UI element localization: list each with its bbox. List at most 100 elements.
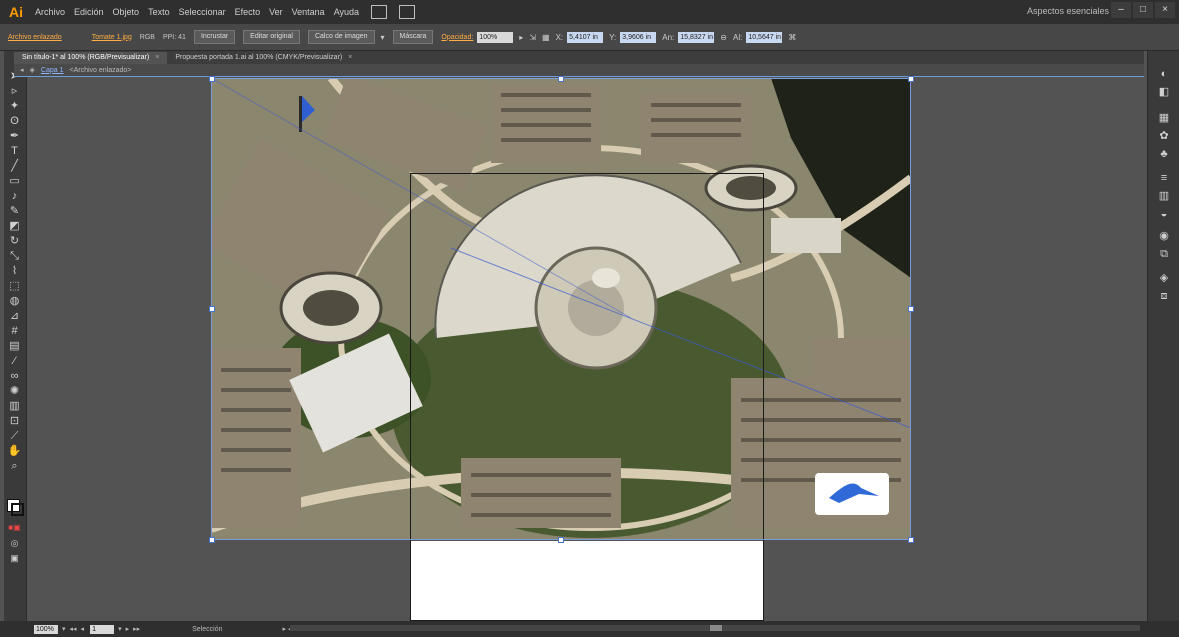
lasso-icon[interactable]: ʘ (7, 114, 22, 128)
hand-icon[interactable]: ✋ (7, 444, 22, 458)
symbols-icon[interactable]: ♣ (1157, 147, 1171, 161)
scale-icon[interactable]: ⤡ (7, 249, 22, 263)
filename-link[interactable]: Tomate 1.jpg (92, 34, 132, 41)
previous-artboard-icon[interactable]: ◂ (81, 625, 85, 633)
rectangle-icon[interactable]: ▭ (7, 174, 22, 188)
link-proportions-icon[interactable]: ⊖ (720, 33, 727, 42)
swatches-icon[interactable]: ▦ (1157, 111, 1171, 125)
tab-document-1[interactable]: Sin título-1* al 100% (RGB/Previsualizar… (14, 52, 168, 64)
brush-icon[interactable]: ♪ (7, 189, 22, 203)
line-icon[interactable]: ╱ (7, 159, 22, 173)
pencil-icon[interactable]: ✎ (7, 204, 22, 218)
close-button[interactable]: × (1155, 2, 1175, 18)
bridge-icon[interactable] (371, 5, 388, 19)
chevron-down-icon[interactable]: ▾ (381, 33, 385, 42)
linked-file-link[interactable]: Archivo enlazado (8, 34, 62, 41)
resize-handle-ne[interactable] (908, 76, 914, 82)
screen-mode-icon[interactable]: ▣ (7, 551, 22, 565)
edit-original-button[interactable]: Editar original (243, 30, 300, 44)
menu-texto[interactable]: Texto (148, 7, 170, 17)
resize-handle-se[interactable] (908, 537, 914, 543)
opacity-field[interactable]: 100% (477, 31, 514, 43)
transform-icon[interactable]: ⇲ (529, 33, 536, 42)
resize-handle-w[interactable] (209, 306, 215, 312)
mesh-icon[interactable]: # (7, 324, 22, 338)
gradient-icon[interactable]: ▥ (1157, 189, 1171, 203)
stroke-icon[interactable]: ≡ (1157, 171, 1171, 185)
resize-handle-sw[interactable] (209, 537, 215, 543)
blend-icon[interactable]: ∞ (7, 369, 22, 383)
menu-edicion[interactable]: Edición (74, 7, 104, 17)
transform-options-icon[interactable]: ⌘ (788, 33, 796, 42)
graph-icon[interactable]: ▥ (7, 399, 22, 413)
color-guide-icon[interactable]: ◧ (1157, 85, 1171, 99)
first-artboard-icon[interactable]: ◂◂ (70, 625, 77, 633)
arrange-documents-icon[interactable] (399, 5, 416, 19)
next-artboard-icon[interactable]: ▸ (126, 625, 130, 633)
gradient-icon[interactable]: ▤ (7, 339, 22, 353)
horizontal-scrollbar[interactable] (290, 625, 1140, 631)
restore-button[interactable]: □ (1133, 2, 1153, 18)
appearance-icon[interactable]: ◉ (1157, 229, 1171, 243)
symbol-sprayer-icon[interactable]: ✺ (7, 384, 22, 398)
slice-icon[interactable]: ⟋ (7, 429, 22, 443)
embed-button[interactable]: Incrustar (193, 30, 236, 44)
reference-point-icon[interactable]: ▦ (542, 33, 550, 42)
magic-wand-icon[interactable]: ✦ (7, 99, 22, 113)
chevron-down-icon[interactable]: ▸ (519, 33, 523, 42)
resize-handle-e[interactable] (908, 306, 914, 312)
menu-archivo[interactable]: Archivo (35, 7, 65, 17)
x-field[interactable]: 5,4107 in (567, 31, 604, 43)
artboard-icon[interactable]: ⊡ (7, 414, 22, 428)
menu-objeto[interactable]: Objeto (113, 7, 140, 17)
minimize-button[interactable]: – (1111, 2, 1131, 18)
direct-selection-tool-icon[interactable]: ▹ (7, 84, 22, 98)
graphic-styles-icon[interactable]: ⧉ (1157, 247, 1171, 261)
mask-button[interactable]: Máscara (392, 30, 434, 44)
color-modes-icon[interactable]: ■▣ (7, 521, 22, 535)
brushes-icon[interactable]: ✿ (1157, 129, 1171, 143)
free-transform-icon[interactable]: ⬚ (7, 279, 22, 293)
back-arrow-icon[interactable]: ◂ (20, 66, 24, 74)
stroke-swatch[interactable] (11, 503, 24, 516)
draw-mode-icon[interactable]: ◎ (7, 536, 22, 550)
zoom-field[interactable]: 100% (34, 624, 58, 634)
perspective-icon[interactable]: ⊿ (7, 309, 22, 323)
resize-handle-n[interactable] (558, 76, 564, 82)
zoom-icon[interactable]: ⌕ (7, 459, 22, 473)
workspace-switcher[interactable]: Aspectos esenciales (1027, 6, 1109, 16)
menu-ver[interactable]: Ver (269, 7, 283, 17)
y-field[interactable]: 3,9606 in (620, 31, 657, 43)
chevron-down-icon[interactable]: ▾ (62, 625, 66, 633)
breadcrumb-layer[interactable]: Capa 1 (41, 67, 64, 74)
shape-builder-icon[interactable]: ◍ (7, 294, 22, 308)
menu-seleccionar[interactable]: Seleccionar (179, 7, 226, 17)
type-icon[interactable]: T (7, 144, 22, 158)
placed-image[interactable] (211, 78, 911, 540)
chevron-down-icon[interactable]: ▾ (118, 625, 122, 633)
close-tab-icon[interactable]: × (348, 54, 352, 61)
menu-ventana[interactable]: Ventana (292, 7, 325, 17)
horizontal-scroll-thumb[interactable] (710, 625, 722, 631)
menu-efecto[interactable]: Efecto (235, 7, 261, 17)
color-icon[interactable]: ◐ (1157, 67, 1171, 81)
eraser-icon[interactable]: ◩ (7, 219, 22, 233)
resize-handle-s[interactable] (558, 537, 564, 543)
pen-icon[interactable]: ✒ (7, 129, 22, 143)
width-field[interactable]: 15,8327 in (678, 31, 715, 43)
close-tab-icon[interactable]: × (155, 54, 159, 61)
last-artboard-icon[interactable]: ▸▸ (133, 625, 140, 633)
image-trace-button[interactable]: Calco de imagen (307, 30, 375, 44)
resize-handle-nw[interactable] (209, 76, 215, 82)
menu-ayuda[interactable]: Ayuda (334, 7, 359, 17)
transparency-icon[interactable]: ◒ (1157, 207, 1171, 221)
height-field[interactable]: 10,5647 in (746, 31, 783, 43)
tab-document-2[interactable]: Propuesta portada 1.ai al 100% (CMYK/Pre… (167, 52, 360, 64)
warp-icon[interactable]: ⌇ (7, 264, 22, 278)
rotate-icon[interactable]: ↻ (7, 234, 22, 248)
artboard-number-field[interactable]: 1 (90, 624, 115, 634)
artboards-icon[interactable]: ⧈ (1157, 289, 1171, 303)
layers-icon[interactable]: ◈ (1157, 271, 1171, 285)
eyedropper-icon[interactable]: ⁄ (7, 354, 22, 368)
opacity-label[interactable]: Opacidad: (441, 34, 473, 41)
